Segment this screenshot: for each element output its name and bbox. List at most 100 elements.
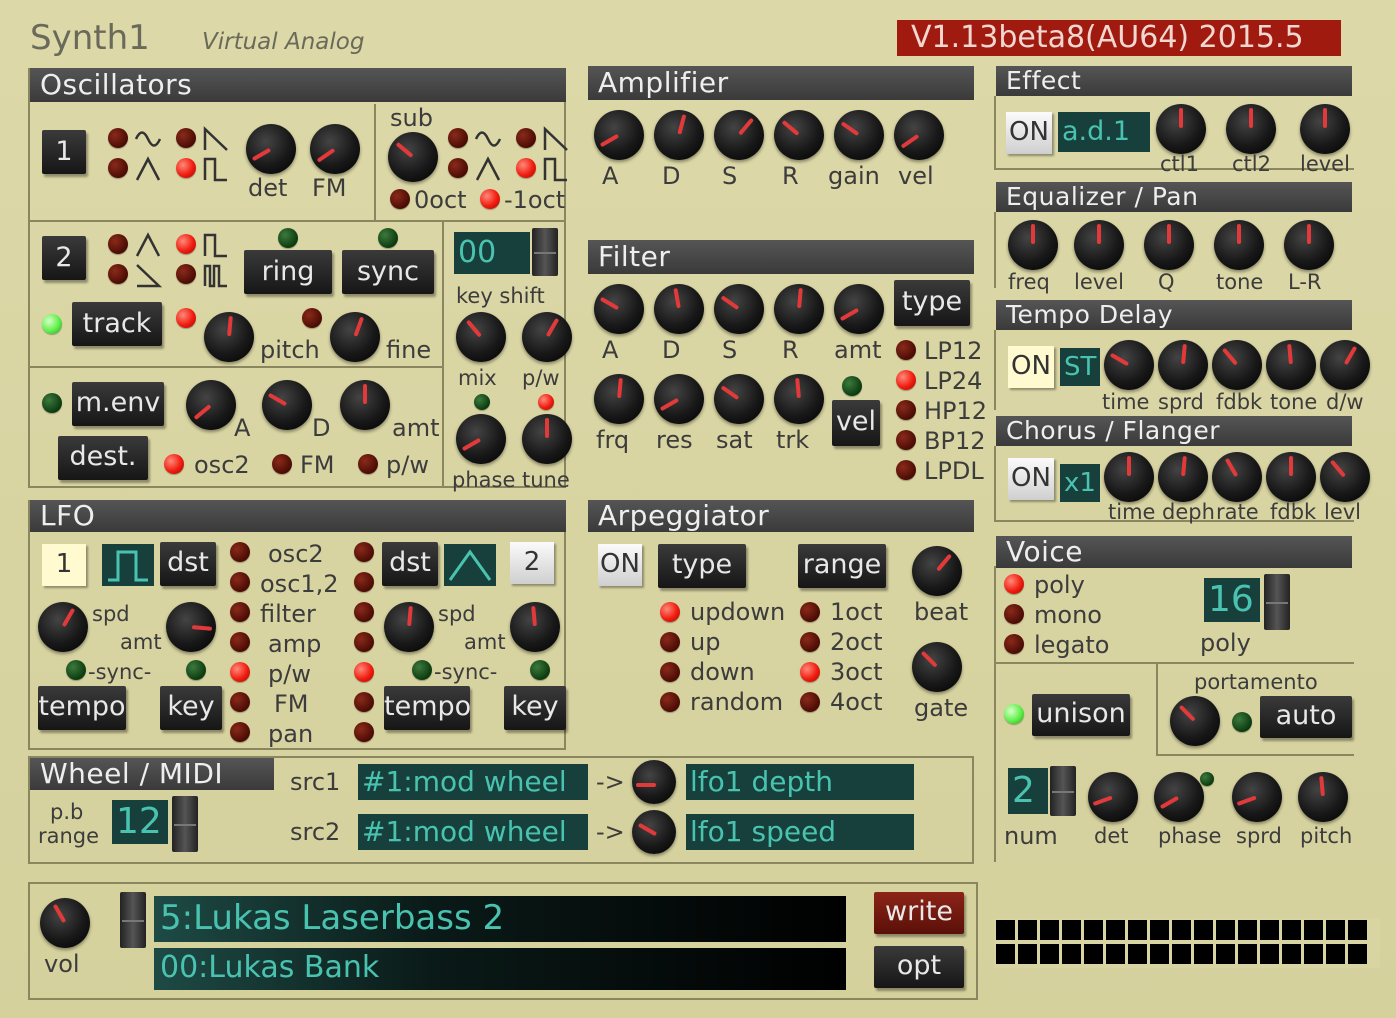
effect-on-button[interactable]: ON bbox=[1006, 112, 1052, 154]
voice-mono-led[interactable] bbox=[1004, 604, 1024, 624]
lfo1-button[interactable]: 1 bbox=[42, 544, 86, 586]
filter-lp12-led[interactable] bbox=[896, 340, 916, 360]
chorus-x1-display[interactable]: x1 bbox=[1060, 464, 1100, 502]
sub-wave-tri-led[interactable] bbox=[448, 158, 468, 178]
volume-knob[interactable] bbox=[40, 898, 90, 948]
lfo1-dest-pw-led[interactable] bbox=[230, 662, 250, 682]
filter-amt-knob[interactable] bbox=[834, 284, 884, 334]
lfo2-dest-amp-led[interactable] bbox=[354, 632, 374, 652]
lfo1-square-wave-icon[interactable] bbox=[102, 544, 154, 586]
lfo2-key-led[interactable] bbox=[530, 660, 550, 680]
arp-up-led[interactable] bbox=[660, 632, 680, 652]
portamento-knob[interactable] bbox=[1170, 696, 1220, 746]
filter-type-button[interactable]: type bbox=[894, 280, 970, 326]
arp-beat-knob[interactable] bbox=[912, 546, 962, 596]
lfo2-spd-knob[interactable] bbox=[384, 602, 434, 652]
delay-sprd-knob[interactable] bbox=[1158, 340, 1208, 390]
sync-button[interactable]: sync bbox=[342, 250, 434, 294]
osc2-wave-square-led[interactable] bbox=[176, 234, 196, 254]
voice-poly-led[interactable] bbox=[1004, 574, 1024, 594]
unison-phase-knob[interactable] bbox=[1154, 772, 1204, 822]
osc1-button[interactable]: 1 bbox=[42, 130, 86, 174]
lfo2-sync-led[interactable] bbox=[412, 660, 432, 680]
filter-lp24-led[interactable] bbox=[896, 370, 916, 390]
key-shift-spinner[interactable] bbox=[532, 228, 558, 276]
src1-select[interactable]: #1:mod wheel bbox=[358, 764, 588, 800]
lfo1-spd-knob[interactable] bbox=[38, 602, 88, 652]
arp-range-button[interactable]: range bbox=[798, 544, 886, 588]
lfo1-key-button[interactable]: key bbox=[160, 686, 222, 730]
arp-down-led[interactable] bbox=[660, 662, 680, 682]
patch-spinner[interactable] bbox=[120, 892, 146, 948]
filter-sat-knob[interactable] bbox=[714, 374, 764, 424]
chorus-rate-knob[interactable] bbox=[1212, 452, 1262, 502]
menv-a-knob[interactable] bbox=[186, 380, 236, 430]
sub-wave-saw-led[interactable] bbox=[516, 128, 536, 148]
unison-pitch-knob[interactable] bbox=[1298, 772, 1348, 822]
voice-legato-led[interactable] bbox=[1004, 634, 1024, 654]
arp-1oct-led[interactable] bbox=[800, 602, 820, 622]
lfo2-key-button[interactable]: key bbox=[504, 686, 566, 730]
delay-on-button[interactable]: ON bbox=[1008, 346, 1054, 388]
eq-level-knob[interactable] bbox=[1074, 220, 1124, 270]
arp-4oct-led[interactable] bbox=[800, 692, 820, 712]
delay-time-knob[interactable] bbox=[1104, 340, 1154, 390]
tune-knob[interactable] bbox=[522, 414, 572, 464]
amp-gain-knob[interactable] bbox=[834, 110, 884, 160]
osc1-fm-knob[interactable] bbox=[310, 124, 360, 174]
patch-name-display[interactable]: 5:Lukas Laserbass 2 bbox=[154, 896, 846, 942]
dst1-select[interactable]: lfo1 depth bbox=[686, 764, 914, 800]
amp-vel-knob[interactable] bbox=[894, 110, 944, 160]
effect-ctl1-knob[interactable] bbox=[1156, 104, 1206, 154]
eq-freq-knob[interactable] bbox=[1008, 220, 1058, 270]
lfo2-dest-osc12-led[interactable] bbox=[354, 572, 374, 592]
arp-updown-led[interactable] bbox=[660, 602, 680, 622]
menv-d-knob[interactable] bbox=[262, 380, 312, 430]
osc1-det-knob[interactable] bbox=[246, 124, 296, 174]
eq-lr-knob[interactable] bbox=[1284, 220, 1334, 270]
lfo1-sync-led[interactable] bbox=[66, 660, 86, 680]
lfo2-dest-osc2-led[interactable] bbox=[354, 542, 374, 562]
delay-tone-knob[interactable] bbox=[1266, 340, 1316, 390]
unison-button[interactable]: unison bbox=[1032, 694, 1130, 736]
lfo2-dest-filter-led[interactable] bbox=[354, 602, 374, 622]
lfo2-dst-button[interactable]: dst bbox=[382, 542, 438, 586]
lfo2-dest-fm-led[interactable] bbox=[354, 692, 374, 712]
filter-lpdl-led[interactable] bbox=[896, 460, 916, 480]
filter-frq-knob[interactable] bbox=[594, 374, 644, 424]
amp-s-knob[interactable] bbox=[714, 110, 764, 160]
dest-pw-led[interactable] bbox=[358, 454, 378, 474]
mix-knob[interactable] bbox=[456, 312, 506, 362]
effect-ctl2-knob[interactable] bbox=[1226, 104, 1276, 154]
lfo1-dst-button[interactable]: dst bbox=[160, 542, 216, 586]
phase-knob[interactable] bbox=[456, 414, 506, 464]
lfo1-dest-fm-led[interactable] bbox=[230, 692, 250, 712]
dest-fm-led[interactable] bbox=[272, 454, 292, 474]
sub-wave-square-led[interactable] bbox=[516, 158, 536, 178]
osc1-wave-ramp-led[interactable] bbox=[176, 128, 196, 148]
amp-d-knob[interactable] bbox=[654, 110, 704, 160]
osc1-wave-tri-led[interactable] bbox=[108, 158, 128, 178]
filter-bp12-led[interactable] bbox=[896, 430, 916, 450]
unison-sprd-knob[interactable] bbox=[1232, 772, 1282, 822]
delay-dw-knob[interactable] bbox=[1320, 340, 1370, 390]
amp-a-knob[interactable] bbox=[594, 110, 644, 160]
lfo2-amt-knob[interactable] bbox=[510, 602, 560, 652]
lfo1-dest-filter-led[interactable] bbox=[230, 602, 250, 622]
src1-amount-knob[interactable] bbox=[632, 760, 676, 804]
filter-hp12-led[interactable] bbox=[896, 400, 916, 420]
chorus-levl-knob[interactable] bbox=[1320, 452, 1370, 502]
lfo2-dest-pw-led[interactable] bbox=[354, 662, 374, 682]
bank-name-display[interactable]: 00:Lukas Bank bbox=[154, 948, 846, 990]
osc1-wave-square-led[interactable] bbox=[176, 158, 196, 178]
dest-button[interactable]: dest. bbox=[58, 436, 148, 480]
sub-wave-sine-led[interactable] bbox=[448, 128, 468, 148]
filter-trk-knob[interactable] bbox=[774, 374, 824, 424]
arp-gate-knob[interactable] bbox=[912, 642, 962, 692]
lfo1-dest-pan-led[interactable] bbox=[230, 722, 250, 742]
delay-fdbk-knob[interactable] bbox=[1212, 340, 1262, 390]
effect-type-display[interactable]: a.d.1 bbox=[1058, 112, 1150, 152]
lfo1-dest-osc2-led[interactable] bbox=[230, 542, 250, 562]
eq-tone-knob[interactable] bbox=[1214, 220, 1264, 270]
osc2-fine-knob[interactable] bbox=[330, 312, 380, 362]
